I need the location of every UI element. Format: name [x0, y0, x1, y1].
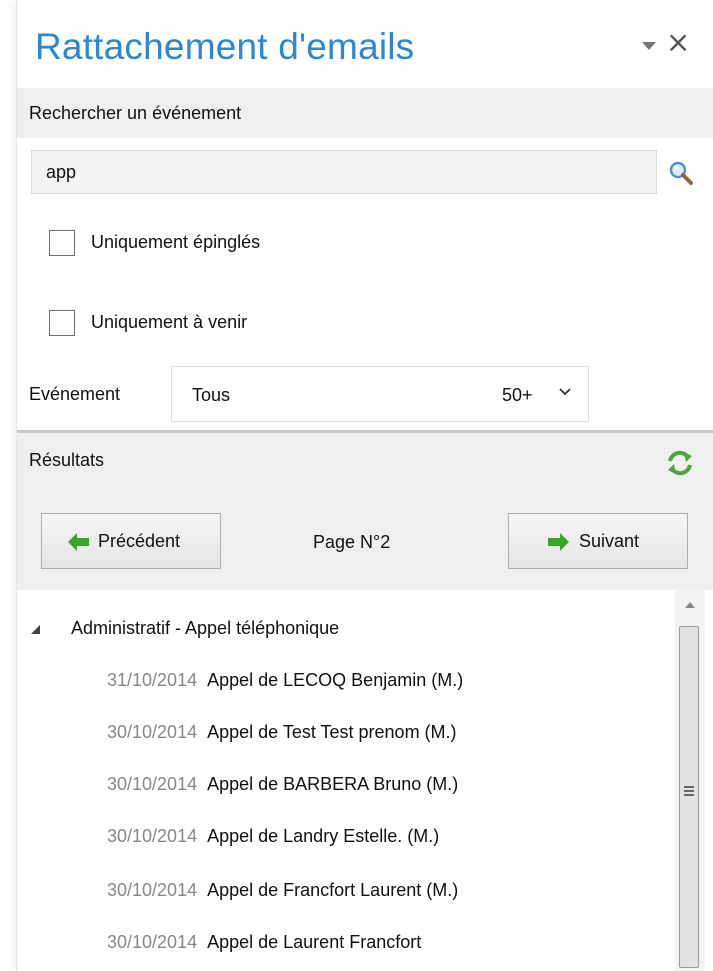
result-subject: Appel de BARBERA Bruno (M.) — [207, 774, 459, 794]
result-item-row[interactable]: 31/10/2014 Appel de LECOQ Benjamin (M.) — [107, 670, 463, 694]
result-subject: Appel de Francfort Laurent (M.) — [207, 880, 459, 900]
result-subject: Appel de Test Test prenom (M.) — [207, 722, 457, 742]
chevron-down-icon[interactable] — [558, 387, 572, 397]
scroll-grip-line — [684, 790, 694, 792]
previous-page-label: Précédent — [98, 531, 181, 551]
results-scrollbar[interactable] — [675, 590, 705, 971]
arrow-right-icon — [548, 533, 569, 551]
email-attachment-panel: Rattachement d'emails × Rechercher un év… — [16, 0, 713, 971]
upcoming-only-label: Uniquement à venir — [91, 312, 248, 332]
pinned-only-checkbox[interactable] — [49, 230, 75, 256]
result-date: 30/10/2014 — [107, 722, 198, 742]
result-date: 30/10/2014 — [107, 774, 198, 794]
previous-page-button[interactable]: Précédent — [41, 513, 221, 569]
scroll-up-arrow-icon[interactable] — [685, 602, 695, 608]
results-section-title: Résultats — [29, 450, 105, 470]
next-page-label: Suivant — [579, 531, 640, 551]
results-section-header: Résultats — [17, 430, 713, 487]
refresh-icon[interactable] — [665, 448, 695, 478]
result-date: 30/10/2014 — [107, 826, 198, 846]
scroll-thumb[interactable] — [679, 626, 699, 968]
result-item-row[interactable]: 30/10/2014 Appel de Laurent Francfort — [107, 932, 421, 956]
result-date: 30/10/2014 — [107, 880, 198, 900]
result-group-label: Administratif - Appel téléphonique — [71, 618, 340, 638]
result-date: 30/10/2014 — [107, 932, 198, 952]
next-page-button[interactable]: Suivant — [508, 513, 688, 569]
event-type-select[interactable]: Tous 50+ — [171, 366, 589, 422]
event-filter-label: Evénement — [29, 384, 121, 404]
event-type-value: Tous — [192, 385, 231, 405]
page-number-label: Page N°2 — [313, 532, 391, 552]
panel-titlebar: Rattachement d'emails × — [17, 0, 713, 88]
event-limit-value: 50+ — [502, 385, 533, 405]
result-subject: Appel de LECOQ Benjamin (M.) — [207, 670, 464, 690]
pinned-only-label: Uniquement épinglés — [91, 232, 261, 252]
result-item-row[interactable]: 30/10/2014 Appel de Francfort Laurent (M.… — [107, 880, 458, 904]
scroll-grip-line — [684, 786, 694, 788]
search-section-title: Rechercher un événement — [29, 103, 242, 123]
collapse-triangle-icon[interactable] — [31, 625, 40, 634]
result-subject: Appel de Laurent Francfort — [207, 932, 422, 952]
results-tree: Administratif - Appel téléphonique 31/10… — [17, 590, 713, 971]
upcoming-only-checkbox[interactable] — [49, 310, 75, 336]
search-section-header: Rechercher un événement — [17, 88, 713, 138]
result-item-row[interactable]: 30/10/2014 Appel de Landry Estelle. (M.) — [107, 826, 439, 850]
result-date: 31/10/2014 — [107, 670, 198, 690]
panel-title: Rattachement d'emails — [35, 26, 415, 67]
close-icon[interactable]: × — [666, 27, 690, 57]
panel-menu-dropdown-icon[interactable] — [642, 42, 656, 50]
pagination-bar: Précédent Page N°2 Suivant — [17, 487, 713, 590]
result-item-row[interactable]: 30/10/2014 Appel de Test Test prenom (M.) — [107, 722, 457, 746]
result-subject: Appel de Landry Estelle. (M.) — [207, 826, 440, 846]
search-input[interactable] — [31, 150, 657, 194]
result-item-row[interactable]: 30/10/2014 Appel de BARBERA Bruno (M.) — [107, 774, 458, 798]
arrow-left-icon — [68, 533, 89, 551]
scroll-grip-line — [684, 794, 694, 796]
search-icon[interactable] — [668, 160, 694, 186]
